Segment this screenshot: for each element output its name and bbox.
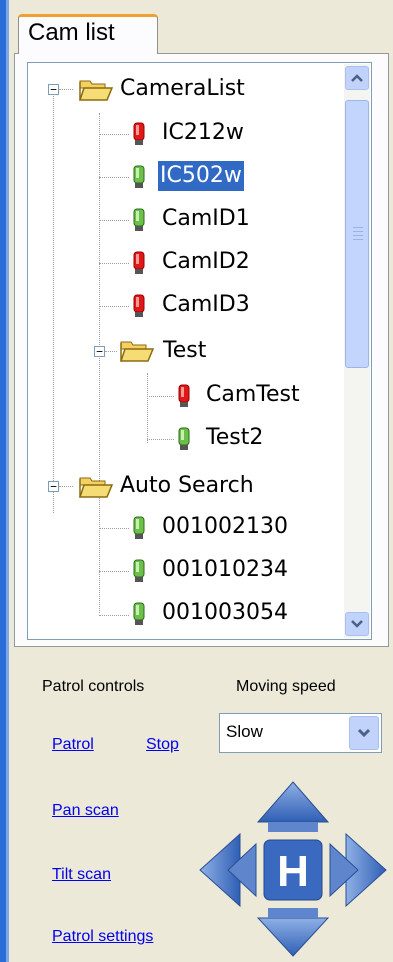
moving-speed-select[interactable]: Slow <box>219 713 382 753</box>
tree-line <box>59 486 73 487</box>
tree-line <box>99 220 129 221</box>
camera-online-icon <box>133 516 145 539</box>
patrol-controls-heading: Patrol controls <box>42 678 145 695</box>
camera-offline-icon <box>133 251 145 274</box>
folder-open-icon <box>79 80 113 101</box>
moving-speed-value: Slow <box>226 722 263 741</box>
scroll-down-button[interactable] <box>345 612 369 636</box>
tree-node-label[interactable]: CameraList <box>118 74 247 104</box>
camera-online-icon <box>178 427 190 450</box>
collapse-icon[interactable]: − <box>48 84 59 95</box>
arrow-right-button[interactable] <box>329 832 387 908</box>
camera-item[interactable]: 001003054 <box>160 598 290 628</box>
tree-line <box>99 113 100 613</box>
tree-line <box>53 93 54 513</box>
chevron-down-icon <box>351 620 363 628</box>
chevron-up-icon <box>351 74 363 82</box>
moving-speed-heading: Moving speed <box>236 678 336 695</box>
tilt-scan-link[interactable]: Tilt scan <box>52 866 111 884</box>
arrow-down-button[interactable] <box>256 908 330 957</box>
window-edge-highlight <box>6 0 9 962</box>
tab-cam-list-label: Cam list <box>28 19 115 46</box>
camera-item[interactable]: CamID2 <box>160 247 252 277</box>
tree-line <box>99 134 129 135</box>
camera-online-icon <box>133 208 145 231</box>
home-button[interactable]: H <box>263 839 323 901</box>
patrol-settings-link[interactable]: Patrol settings <box>52 928 153 946</box>
arrow-left-button[interactable] <box>199 832 257 908</box>
dropdown-button[interactable] <box>349 716 379 750</box>
camera-tree[interactable]: − CameraList IC212w IC502w CamID1 CamID2… <box>27 62 372 640</box>
collapse-icon[interactable]: − <box>94 346 105 357</box>
pan-scan-link[interactable]: Pan scan <box>52 802 119 820</box>
tree-line <box>147 396 174 397</box>
tree-line <box>99 528 129 529</box>
camera-item[interactable]: CamID3 <box>160 290 252 320</box>
collapse-icon[interactable]: − <box>48 481 59 492</box>
camera-offline-icon <box>133 294 145 317</box>
tab-cam-list[interactable]: Cam list <box>18 14 158 54</box>
folder-open-icon <box>120 341 154 362</box>
home-label: H <box>277 847 309 896</box>
camera-item[interactable]: IC212w <box>160 118 246 148</box>
tree-scrollbar[interactable] <box>344 64 370 638</box>
tree-line <box>99 306 129 307</box>
tree-line <box>99 263 129 264</box>
camera-offline-icon <box>133 122 145 145</box>
scroll-up-button[interactable] <box>345 66 369 90</box>
folder-open-icon <box>79 477 113 498</box>
patrol-link[interactable]: Patrol <box>52 736 94 754</box>
tree-node-label[interactable]: Test <box>161 336 208 366</box>
tree-line <box>99 571 129 572</box>
chevron-down-icon <box>357 728 371 738</box>
camera-item[interactable]: 001010234 <box>160 555 290 585</box>
tree-line <box>59 89 73 90</box>
arrow-up-button[interactable] <box>256 781 330 832</box>
camera-item-selected[interactable]: IC502w <box>158 161 244 191</box>
camera-online-icon <box>133 165 145 188</box>
tree-node-label[interactable]: Auto Search <box>118 471 256 501</box>
camera-online-icon <box>133 559 145 582</box>
camera-offline-icon <box>178 384 190 407</box>
tree-line <box>105 351 117 352</box>
camera-online-icon <box>133 602 145 625</box>
tree-line <box>147 373 148 443</box>
scroll-thumb[interactable] <box>345 100 369 368</box>
camera-item[interactable]: Test2 <box>204 423 265 453</box>
camera-item[interactable]: CamTest <box>204 380 302 410</box>
ptz-control-pad: H <box>199 781 387 957</box>
tree-line <box>99 177 129 178</box>
tree-line <box>99 615 129 616</box>
tree-line <box>147 439 174 440</box>
camera-item[interactable]: CamID1 <box>160 204 252 234</box>
camera-item[interactable]: 001002130 <box>160 512 290 542</box>
stop-link[interactable]: Stop <box>146 736 179 754</box>
